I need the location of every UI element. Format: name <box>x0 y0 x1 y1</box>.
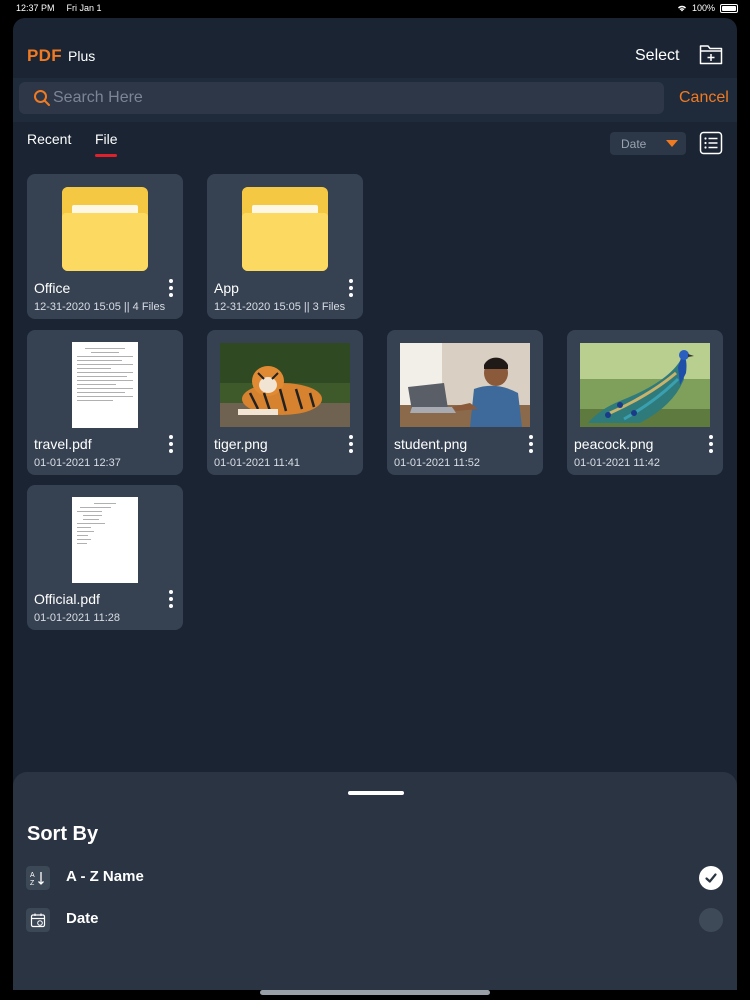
file-card-tiger[interactable]: tiger.png 01-01-2021 11:41 <box>207 330 363 475</box>
folder-card-app[interactable]: App 12-31-2020 15:05 || 3 Files <box>207 174 363 319</box>
status-time: 12:37 PM <box>16 3 55 13</box>
header: PDF Plus Select <box>13 18 737 78</box>
cancel-button[interactable]: Cancel <box>679 89 729 107</box>
home-indicator <box>260 990 490 995</box>
item-name: travel.pdf <box>34 436 92 452</box>
item-meta: 12-31-2020 15:05 || 4 Files <box>34 301 166 313</box>
peacock-image <box>580 343 710 427</box>
file-card-travel[interactable]: travel.pdf 01-01-2021 12:37 <box>27 330 183 475</box>
item-meta: 12-31-2020 15:05 || 3 Files <box>214 301 346 313</box>
list-view-icon[interactable] <box>699 131 723 155</box>
item-name: tiger.png <box>214 436 268 452</box>
tab-recent[interactable]: Recent <box>27 131 71 147</box>
folder-card-office[interactable]: Office 12-31-2020 15:05 || 4 Files <box>27 174 183 319</box>
item-meta: 01-01-2021 11:52 <box>394 457 481 469</box>
select-button[interactable]: Select <box>635 47 679 65</box>
more-options-icon[interactable] <box>348 435 354 453</box>
sort-option-date[interactable]: Date <box>13 902 737 938</box>
sort-option-label: Date <box>66 910 99 927</box>
sort-az-icon: A Z <box>26 866 50 890</box>
item-name: App <box>214 280 239 296</box>
sort-by-sheet: Sort By A Z A - Z Name Date <box>13 772 737 990</box>
more-options-icon[interactable] <box>708 435 714 453</box>
student-image <box>400 343 530 427</box>
file-card-official[interactable]: Official.pdf 01-01-2021 11:28 <box>27 485 183 630</box>
pdf-thumbnail <box>27 330 183 434</box>
file-card-peacock[interactable]: peacock.png 01-01-2021 11:42 <box>567 330 723 475</box>
sheet-grabber[interactable] <box>348 791 404 795</box>
active-tab-indicator <box>95 154 117 157</box>
sort-option-name[interactable]: A Z A - Z Name <box>13 860 737 896</box>
battery-icon <box>720 3 738 13</box>
brand-subtitle: Plus <box>68 48 96 64</box>
unselected-radio-icon[interactable] <box>699 908 723 932</box>
search-input[interactable] <box>53 85 653 111</box>
item-name: Office <box>34 280 71 296</box>
calendar-icon <box>26 908 50 932</box>
sort-dropdown-value: Date <box>621 136 647 151</box>
svg-text:Z: Z <box>30 880 35 886</box>
item-name: student.png <box>394 436 468 452</box>
folder-icon <box>207 174 363 278</box>
tab-file[interactable]: File <box>95 131 118 147</box>
sheet-title: Sort By <box>27 823 99 845</box>
folder-icon <box>27 174 183 278</box>
file-card-student[interactable]: student.png 01-01-2021 11:52 <box>387 330 543 475</box>
item-meta: 01-01-2021 12:37 <box>34 457 121 469</box>
app-window: PDF Plus Select Cancel Recent File Date <box>13 18 737 990</box>
pdf-thumbnail <box>27 485 183 589</box>
item-meta: 01-01-2021 11:28 <box>34 612 121 624</box>
item-meta: 01-01-2021 11:42 <box>574 457 661 469</box>
tiger-image <box>220 343 350 427</box>
new-folder-icon[interactable] <box>699 43 723 65</box>
svg-text:A: A <box>30 872 35 879</box>
item-name: Official.pdf <box>34 591 100 607</box>
more-options-icon[interactable] <box>168 590 174 608</box>
sort-dropdown[interactable]: Date <box>610 132 686 155</box>
more-options-icon[interactable] <box>168 279 174 297</box>
item-meta: 01-01-2021 11:41 <box>214 457 301 469</box>
item-name: peacock.png <box>574 436 654 452</box>
checkmark-icon[interactable] <box>699 866 723 890</box>
search-box[interactable] <box>19 82 664 114</box>
brand-logo: PDF <box>27 46 62 65</box>
more-options-icon[interactable] <box>168 435 174 453</box>
status-bar: 12:37 PM Fri Jan 1 100% <box>0 0 750 16</box>
more-options-icon[interactable] <box>528 435 534 453</box>
more-options-icon[interactable] <box>348 279 354 297</box>
battery-percent: 100% <box>691 3 715 13</box>
status-date: Fri Jan 1 <box>66 3 102 13</box>
wifi-icon <box>677 5 686 12</box>
search-icon <box>34 90 50 106</box>
dropdown-caret-icon <box>666 140 678 147</box>
sort-option-label: A - Z Name <box>66 868 144 885</box>
